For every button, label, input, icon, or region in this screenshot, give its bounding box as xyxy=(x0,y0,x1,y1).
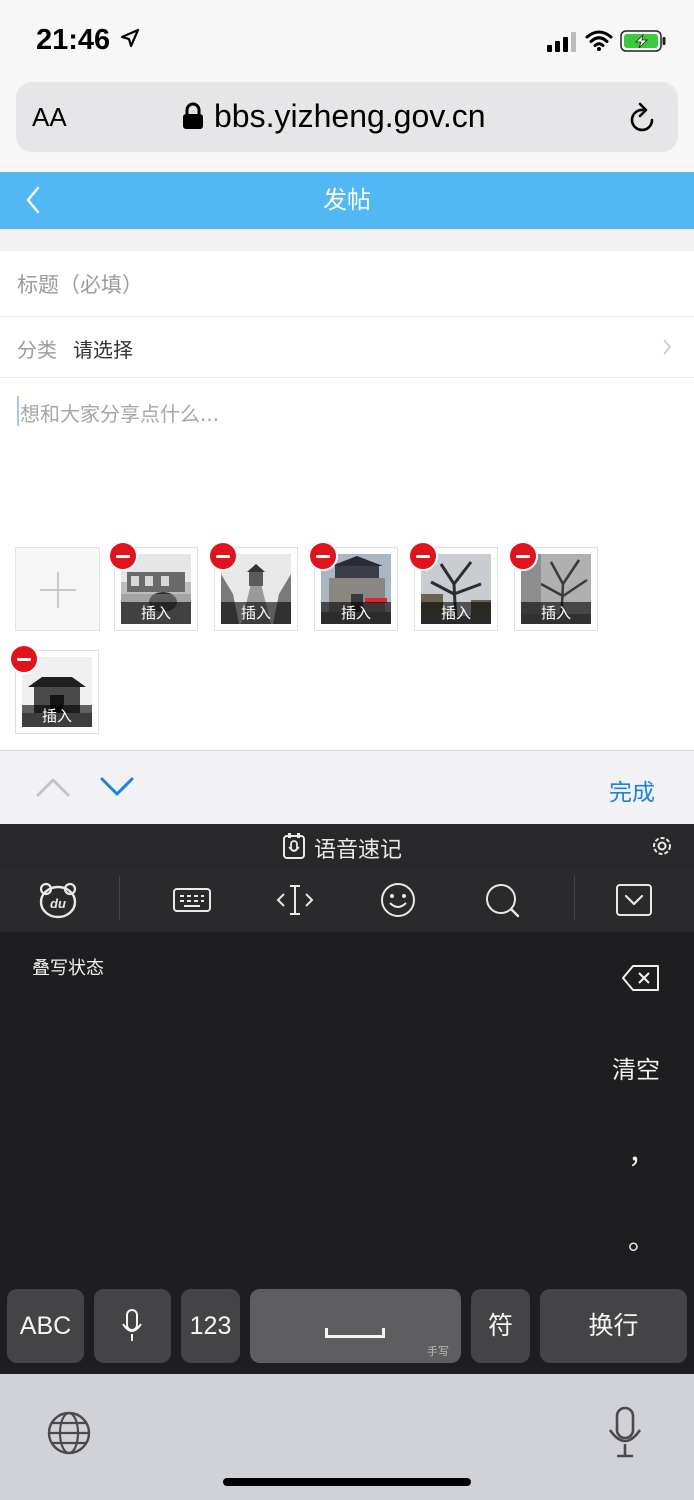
return-key[interactable]: 换行 xyxy=(540,1289,687,1363)
keyboard-accessory-bar: 完成 xyxy=(0,750,694,824)
previous-field-chevron-icon[interactable] xyxy=(36,777,70,797)
delete-image-icon[interactable] xyxy=(508,541,538,571)
handwriting-hint: 手写 xyxy=(427,1346,449,1358)
title-placeholder: 标题（必填） xyxy=(17,273,143,297)
number-key[interactable]: 123 xyxy=(181,1289,240,1363)
url-text[interactable]: bbs.yizheng.gov.cn xyxy=(214,98,486,135)
category-selector[interactable]: 分类 请选择 xyxy=(0,317,694,378)
insert-button[interactable]: 插入 xyxy=(521,602,591,624)
backspace-icon[interactable] xyxy=(621,964,661,992)
cursor-move-icon[interactable] xyxy=(275,880,315,920)
insert-button[interactable]: 插入 xyxy=(321,602,391,624)
category-label: 分类 xyxy=(17,338,57,362)
lock-icon xyxy=(183,102,203,129)
insert-button[interactable]: 插入 xyxy=(121,602,191,624)
gear-icon[interactable] xyxy=(650,834,674,858)
globe-icon[interactable] xyxy=(46,1410,92,1456)
voice-note-icon[interactable] xyxy=(282,832,306,860)
handwriting-mode-label[interactable]: 叠写状态 xyxy=(32,954,104,980)
title-field[interactable]: 标题（必填） xyxy=(0,251,694,317)
keyboard-toolbar: du xyxy=(0,868,694,932)
delete-image-icon[interactable] xyxy=(408,541,438,571)
content-placeholder: 想和大家分享点什么... xyxy=(20,402,220,426)
insert-button[interactable]: 插入 xyxy=(421,602,491,624)
hide-keyboard-icon[interactable] xyxy=(614,880,654,920)
baidu-bear-icon[interactable]: du xyxy=(38,880,78,920)
section-divider xyxy=(0,229,694,251)
insert-button[interactable]: 插入 xyxy=(221,602,291,624)
status-bar: 21:46 xyxy=(0,0,694,80)
microphone-icon xyxy=(122,1309,142,1341)
wifi-icon xyxy=(585,30,613,51)
location-arrow-icon xyxy=(120,28,140,48)
done-button[interactable]: 完成 xyxy=(609,773,655,807)
emoji-icon[interactable] xyxy=(378,880,418,920)
category-value: 请选择 xyxy=(73,338,133,362)
handwriting-keyboard: 语音速记 du 叠写状态 清空 ， 。 ABC 123 手写 符 换行 xyxy=(0,824,694,1374)
app-header: 发帖 xyxy=(0,172,694,229)
browser-chrome: AA bbs.yizheng.gov.cn xyxy=(0,80,694,172)
abc-key[interactable]: ABC xyxy=(7,1289,84,1363)
status-time: 21:46 xyxy=(36,24,111,56)
comma-key[interactable]: ， xyxy=(628,1132,656,1172)
space-key[interactable]: 手写 xyxy=(250,1289,461,1363)
insert-button[interactable]: 插入 xyxy=(22,705,92,727)
home-indicator[interactable] xyxy=(223,1478,471,1486)
keyboard-icon[interactable] xyxy=(172,880,212,920)
clear-button[interactable]: 清空 xyxy=(612,1050,660,1085)
delete-image-icon[interactable] xyxy=(208,541,238,571)
page-title: 发帖 xyxy=(323,186,371,214)
space-icon xyxy=(325,1328,385,1338)
chevron-right-icon xyxy=(663,339,671,355)
system-keyboard-bar xyxy=(0,1374,694,1500)
next-field-chevron-icon[interactable] xyxy=(100,777,134,797)
symbol-key[interactable]: 符 xyxy=(471,1289,530,1363)
keyboard-top-bar: 语音速记 xyxy=(0,824,694,868)
search-icon[interactable] xyxy=(482,880,522,920)
mic-key[interactable] xyxy=(94,1289,171,1363)
add-image-button[interactable] xyxy=(15,547,100,631)
cellular-signal-icon xyxy=(547,32,576,52)
dictation-microphone-icon[interactable] xyxy=(606,1406,644,1458)
battery-charging-icon xyxy=(620,30,666,52)
svg-text:du: du xyxy=(50,896,66,911)
delete-image-icon[interactable] xyxy=(308,541,338,571)
address-bar[interactable]: AA bbs.yizheng.gov.cn xyxy=(16,82,678,152)
delete-image-icon[interactable] xyxy=(9,644,39,674)
period-key[interactable]: 。 xyxy=(628,1218,656,1258)
content-editor[interactable]: 想和大家分享点什么... 插入 插入 插入 插入 插入 插入 xyxy=(0,378,694,750)
reload-icon[interactable] xyxy=(628,102,658,134)
text-caret xyxy=(17,396,19,426)
delete-image-icon[interactable] xyxy=(108,541,138,571)
text-size-button[interactable]: AA xyxy=(32,102,67,133)
voice-note-label[interactable]: 语音速记 xyxy=(314,832,402,864)
